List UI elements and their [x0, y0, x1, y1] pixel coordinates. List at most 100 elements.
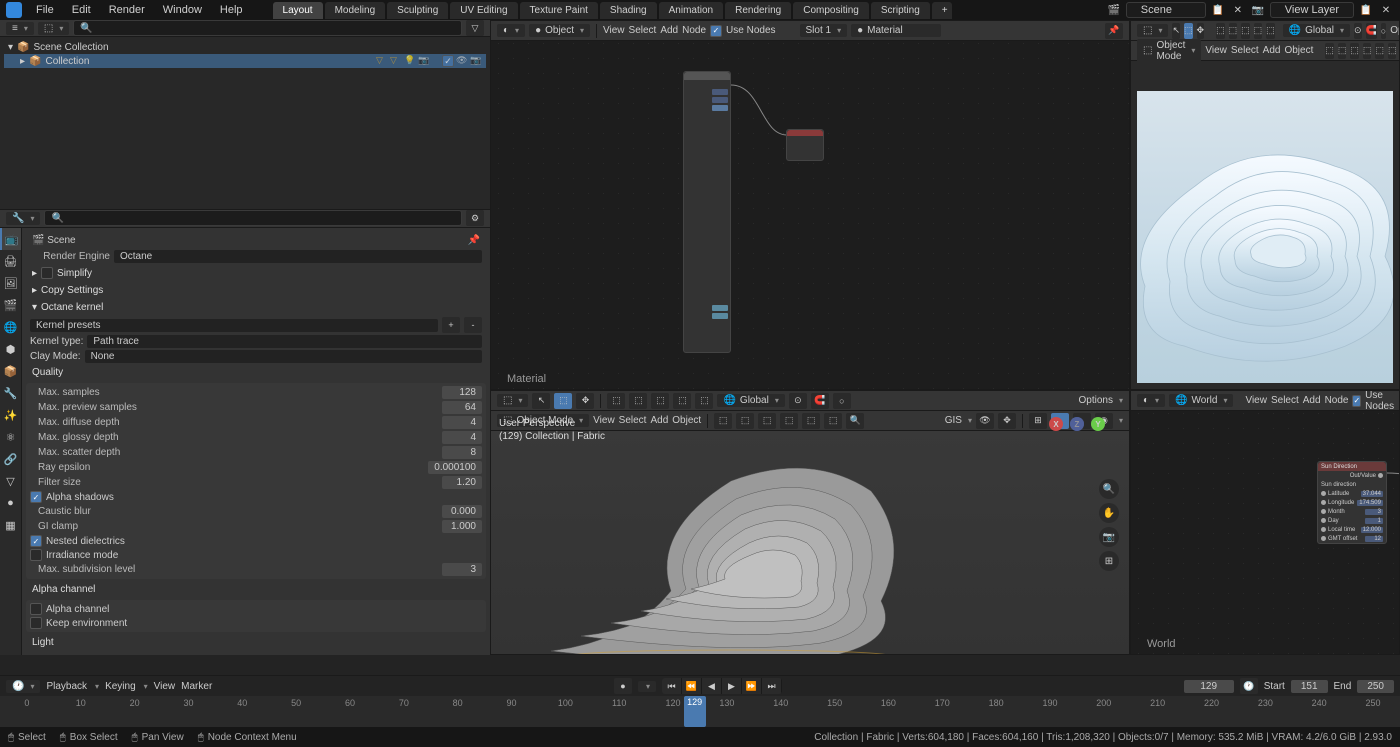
vp-snap-c[interactable]: ⬚: [651, 393, 669, 409]
tab-data-icon[interactable]: ▽: [0, 470, 21, 492]
max-samples-field[interactable]: 128: [442, 386, 482, 399]
delete-viewlayer-icon[interactable]: ✕: [1378, 2, 1394, 18]
alpha-channel-checkbox[interactable]: [30, 603, 42, 615]
vp-shade-wire-icon[interactable]: ⊞: [1029, 413, 1047, 429]
outliner-filter-icon[interactable]: ▽: [466, 20, 484, 36]
render-icon[interactable]: 📷: [470, 55, 482, 67]
slot-dropdown[interactable]: Slot 1▾: [800, 24, 848, 37]
proportional-icon[interactable]: ○: [1381, 23, 1386, 39]
max-scatter-field[interactable]: 8: [442, 446, 482, 459]
vp-menu-object[interactable]: Object: [672, 415, 701, 426]
node-sun-direction[interactable]: Sun Direction Out/Value Sun direction La…: [1317, 461, 1387, 544]
vp-orientation[interactable]: 🌐Global▾: [717, 394, 784, 407]
kernel-type-dropdown[interactable]: Path trace: [87, 335, 482, 348]
tab-uv-editing[interactable]: UV Editing: [450, 2, 517, 19]
playback-menu[interactable]: Playback: [46, 681, 87, 692]
start-frame-field[interactable]: 151: [1291, 680, 1328, 693]
vp-tb-a[interactable]: ⬚: [714, 413, 732, 429]
tab-render-icon[interactable]: 📺: [0, 228, 21, 250]
max-preview-field[interactable]: 64: [442, 401, 482, 414]
tab-scripting[interactable]: Scripting: [871, 2, 930, 19]
menu-edit[interactable]: Edit: [64, 2, 99, 18]
tab-texture-icon[interactable]: ▦: [0, 514, 21, 536]
select-menu-2[interactable]: Select: [1231, 45, 1259, 56]
render-viewport[interactable]: [1137, 91, 1393, 383]
vp-menu-select[interactable]: Select: [619, 415, 647, 426]
world-menu-view[interactable]: View: [1245, 395, 1267, 406]
max-diffuse-field[interactable]: 4: [442, 416, 482, 429]
ray-epsilon-field[interactable]: 0.000100: [428, 461, 482, 474]
tab-viewlayer-icon[interactable]: 🖼: [0, 272, 21, 294]
tb-icon-e[interactable]: ⬚: [1375, 43, 1384, 59]
world-use-nodes[interactable]: ✓Use Nodes: [1352, 390, 1397, 412]
snap4-icon[interactable]: ⬚: [1254, 23, 1263, 39]
copy-settings-section[interactable]: ▸ Copy Settings: [26, 282, 486, 299]
jump-to-start-icon[interactable]: ⏮: [662, 678, 682, 694]
remove-preset-icon[interactable]: -: [464, 317, 482, 333]
snap-icon[interactable]: ⬚: [1216, 23, 1225, 39]
tab-physics-icon[interactable]: ⚛: [0, 426, 21, 448]
pin-icon[interactable]: 📌: [468, 235, 480, 246]
vp-menu-add[interactable]: Add: [650, 415, 668, 426]
shader-menu-add[interactable]: Add: [660, 25, 678, 36]
tab-compositing[interactable]: Compositing: [793, 2, 869, 19]
menu-help[interactable]: Help: [212, 2, 251, 18]
tab-texture-paint[interactable]: Texture Paint: [520, 2, 598, 19]
shader-menu-select[interactable]: Select: [629, 25, 657, 36]
view-menu-2[interactable]: View: [1205, 45, 1227, 56]
play-icon[interactable]: ▶: [722, 678, 742, 694]
world-editor-type[interactable]: ◐▾: [1137, 394, 1165, 407]
end-frame-field[interactable]: 250: [1357, 680, 1394, 693]
irradiance-checkbox[interactable]: [30, 549, 42, 561]
menu-window[interactable]: Window: [155, 2, 210, 18]
tab-world-icon[interactable]: 🌐: [0, 316, 21, 338]
jump-next-key-icon[interactable]: ⏩: [742, 678, 762, 694]
render-engine-dropdown[interactable]: Octane: [114, 250, 482, 263]
shader-menu-view[interactable]: View: [603, 25, 625, 36]
outliner-search[interactable]: 🔍: [73, 20, 462, 36]
pin-icon[interactable]: 📌: [1105, 23, 1123, 39]
tab-output-icon[interactable]: 🖨: [0, 250, 21, 272]
octane-kernel-section[interactable]: ▾ Octane kernel: [26, 299, 486, 316]
vp-snap-a[interactable]: ⬚: [607, 393, 625, 409]
clay-mode-dropdown[interactable]: None: [85, 350, 482, 363]
material-dropdown[interactable]: ●Material: [851, 24, 941, 37]
world-type-dropdown[interactable]: 🌐World▾: [1169, 394, 1233, 407]
axis-gizmo[interactable]: Z X Y: [1049, 417, 1105, 473]
props-editor-type[interactable]: 🔧▾: [6, 212, 40, 225]
tb-icon-b[interactable]: ⬚: [1338, 43, 1347, 59]
world-menu-node[interactable]: Node: [1325, 395, 1349, 406]
scene-name-field[interactable]: Scene: [1126, 2, 1206, 18]
tab-particle-icon[interactable]: ✨: [0, 404, 21, 426]
outliner-collection[interactable]: ▸ 📦 Collection ▽ ▽ 💡 📷 ✓ 👁 📷: [4, 54, 486, 68]
vp-gis[interactable]: GIS: [945, 415, 962, 426]
tab-modeling[interactable]: Modeling: [325, 2, 386, 19]
tab-rendering[interactable]: Rendering: [725, 2, 791, 19]
snap-toggle-icon[interactable]: 🧲: [1366, 23, 1377, 39]
caustic-blur-field[interactable]: 0.000: [442, 505, 482, 518]
snap2-icon[interactable]: ⬚: [1229, 23, 1238, 39]
timeline-view-menu[interactable]: View: [154, 681, 176, 692]
auto-key-icon[interactable]: ●: [614, 678, 632, 694]
tab-constraint-icon[interactable]: 🔗: [0, 448, 21, 470]
alpha-shadows-checkbox[interactable]: ✓: [30, 491, 42, 503]
tab-shading[interactable]: Shading: [600, 2, 657, 19]
outliner-mode[interactable]: ⬚▾: [38, 22, 69, 35]
camera-icon[interactable]: 📷: [1099, 527, 1119, 547]
world-menu-select[interactable]: Select: [1271, 395, 1299, 406]
vp-tb-e[interactable]: ⬚: [802, 413, 820, 429]
gi-clamp-field[interactable]: 1.000: [442, 520, 482, 533]
tab-material-icon[interactable]: ●: [0, 492, 21, 514]
simplify-section[interactable]: ▸ Simplify: [26, 264, 486, 282]
vp-tb-d[interactable]: ⬚: [780, 413, 798, 429]
max-subdiv-field[interactable]: 3: [442, 563, 482, 576]
editor-type-dropdown-2[interactable]: ⬚▾: [1137, 24, 1168, 37]
timeline-type[interactable]: 🕐▾: [6, 680, 40, 693]
vp-magnet-icon[interactable]: 🧲: [811, 393, 829, 409]
vp-tool-cursor[interactable]: ↖: [532, 393, 550, 409]
props-search[interactable]: 🔍: [44, 210, 462, 226]
snap5-icon[interactable]: ⬚: [1266, 23, 1275, 39]
menu-file[interactable]: File: [28, 2, 62, 18]
add-tab-button[interactable]: +: [932, 2, 952, 19]
vp-tool-select[interactable]: ⬚: [554, 393, 572, 409]
